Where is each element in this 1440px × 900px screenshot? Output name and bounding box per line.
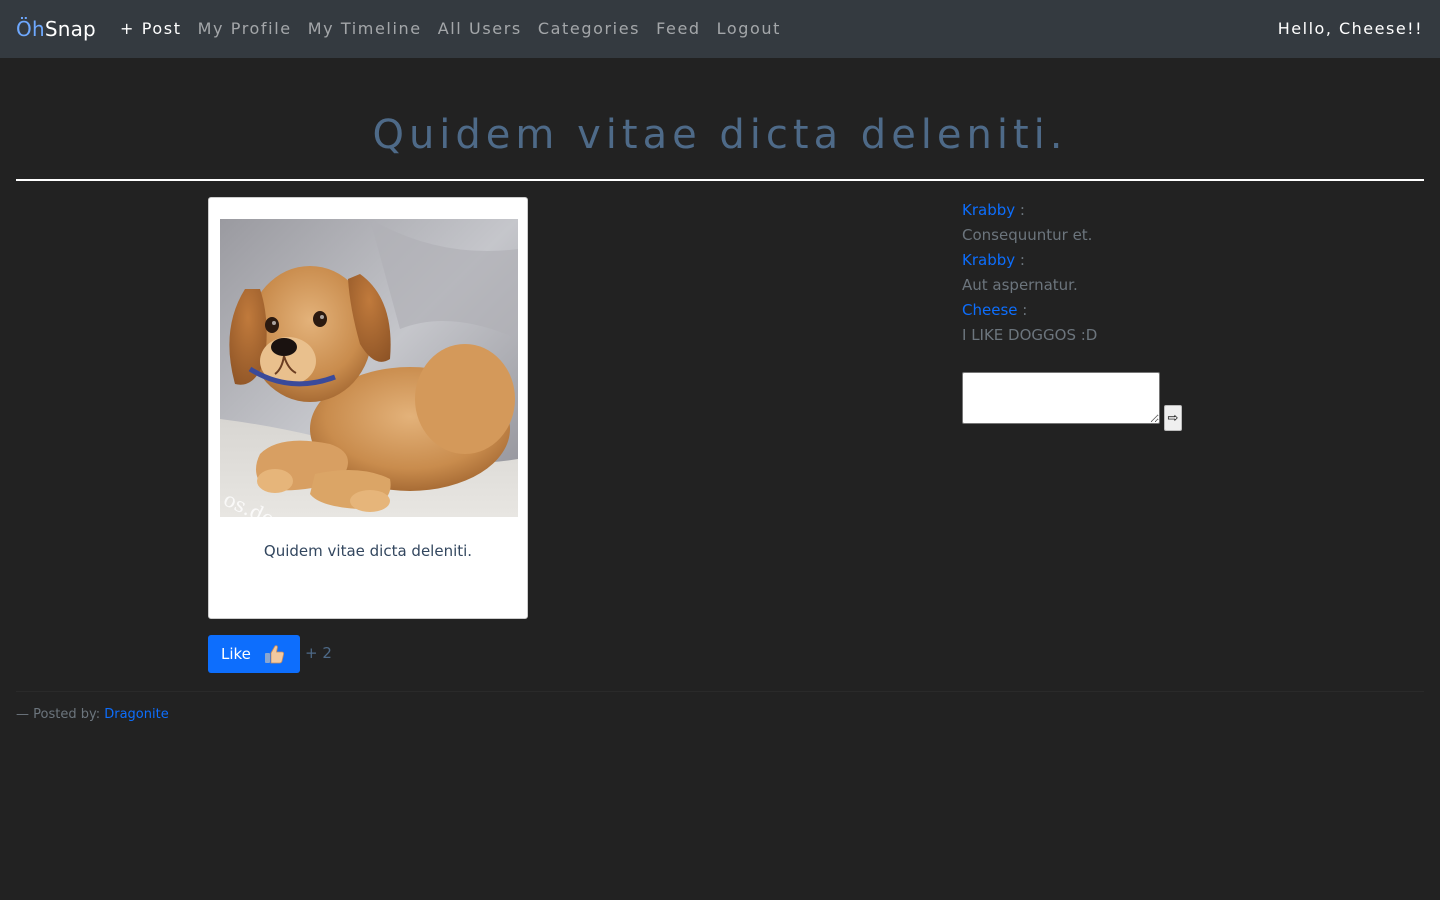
top-navbar: ÖhSnap + Post My Profile My Timeline All… [0,0,1440,58]
post-caption: Quidem vitae dicta deleniti. [263,542,473,560]
comment-text: Consequuntur et. [962,226,1093,244]
comment-header: Krabby : [962,248,1402,273]
posted-by-user-link[interactable]: Dragonite [104,707,168,722]
nav-item-logout[interactable]: Logout [709,17,789,41]
comment-header: Krabby : [962,198,1402,223]
comment-author-link[interactable]: Cheese [962,301,1017,319]
arrow-right-icon: ⇨ [1167,410,1179,425]
nav-item-my-timeline[interactable]: My Timeline [300,17,430,41]
nav-menu: + Post My Profile My Timeline All Users … [112,17,789,41]
comments-list: Krabby : Consequuntur et. Krabby : Aut a… [962,198,1402,348]
brand-part-1: Öh [16,17,45,41]
puppy-photo: os.de [220,219,518,517]
nav-item-categories[interactable]: Categories [530,17,648,41]
nav-item-post[interactable]: + Post [112,17,190,41]
nav-item-all-users[interactable]: All Users [430,17,530,41]
comment-author-link[interactable]: Krabby [962,251,1015,269]
comment-header: Cheese : [962,298,1402,323]
like-label: Like [221,645,251,663]
nav-item-feed[interactable]: Feed [648,17,709,41]
posted-by: — Posted by: Dragonite [16,706,169,724]
comment-separator: : [1015,251,1025,269]
comment-text: Aut aspernatur. [962,276,1078,294]
page-title: Quidem vitae dicta deleniti. [372,112,1068,158]
submit-comment-button[interactable]: ⇨ [1164,405,1182,431]
brand-part-2: Snap [44,17,96,41]
title-divider [16,179,1424,181]
user-greeting: Hello, Cheese!! [1277,19,1423,38]
nav-item-my-profile[interactable]: My Profile [190,17,300,41]
thumbs-up-icon [263,643,285,665]
comment-separator: : [1015,201,1025,219]
comment-author-link[interactable]: Krabby [962,201,1015,219]
footer-divider [16,691,1424,692]
comment-text: I LIKE DOGGOS :D [962,326,1098,344]
like-count: + 2 [305,644,332,662]
like-button[interactable]: Like [208,635,300,673]
brand-logo[interactable]: ÖhSnap [16,15,96,43]
comment-separator: : [1017,301,1028,319]
comment-input[interactable] [962,372,1160,424]
posted-by-prefix: — Posted by: [16,707,105,722]
post-card: os.de Quidem vitae dicta deleniti. [208,197,528,619]
